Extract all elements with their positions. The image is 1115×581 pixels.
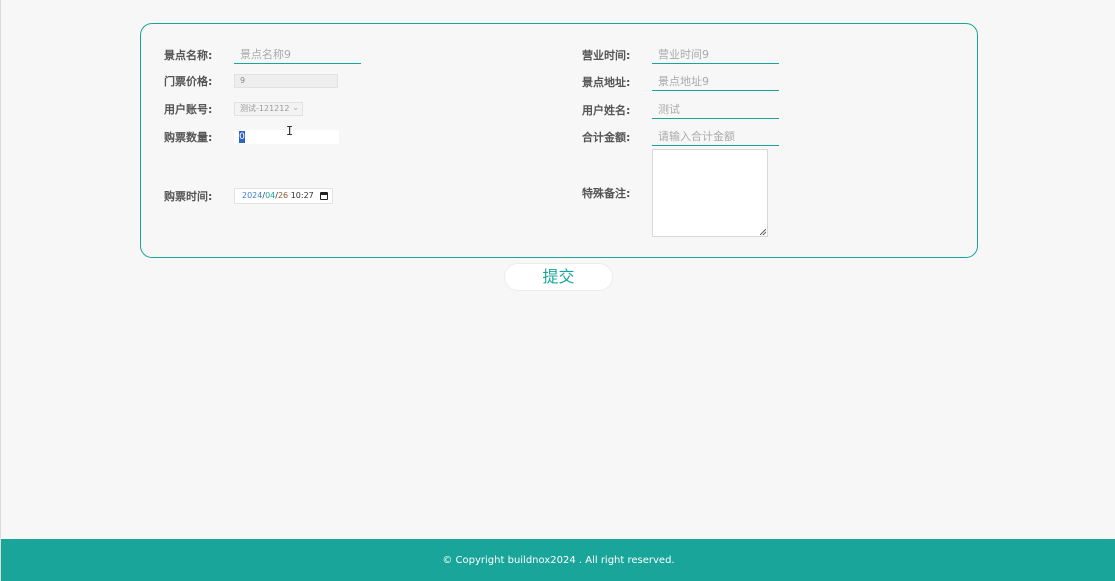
field-quantity: 购票数量: 0	[164, 129, 339, 145]
purchase-time-label: 购票时间:	[164, 190, 213, 203]
ticket-price-input: 9	[234, 74, 338, 88]
business-hours-label: 营业时间:	[582, 49, 631, 62]
total-amount-input[interactable]	[652, 128, 779, 146]
date-time: 10:27	[290, 191, 314, 200]
spot-name-label: 景点名称:	[164, 49, 213, 62]
date-year: 2024	[242, 191, 263, 200]
ticket-price-label: 门票价格:	[164, 75, 213, 88]
spot-address-input[interactable]	[652, 73, 779, 91]
quantity-label: 购票数量:	[164, 131, 213, 144]
date-month: 04	[265, 191, 276, 200]
field-user-name: 用户姓名:	[582, 101, 779, 119]
field-business-hours: 营业时间:	[582, 46, 779, 64]
user-account-select[interactable]: 测试-121212 ⌄	[234, 102, 303, 116]
text-cursor-icon: I	[286, 124, 294, 138]
field-purchase-time: 购票时间: 2024/04/26 10:27	[164, 188, 333, 204]
business-hours-input[interactable]	[652, 46, 779, 64]
quantity-value: 0	[239, 131, 245, 143]
date-day: 26	[277, 191, 289, 200]
chevron-down-icon: ⌄	[292, 103, 299, 112]
user-account-value: 测试-121212	[240, 104, 290, 113]
field-user-account: 用户账号: 测试-121212 ⌄	[164, 101, 303, 117]
resize-handle-icon[interactable]	[760, 229, 766, 235]
calendar-icon[interactable]	[320, 192, 328, 200]
purchase-time-input[interactable]: 2024/04/26 10:27	[234, 188, 333, 204]
field-ticket-price: 门票价格: 9	[164, 73, 338, 89]
field-remarks: 特殊备注:	[582, 149, 768, 237]
spot-address-label: 景点地址:	[582, 76, 631, 89]
user-account-label: 用户账号:	[164, 103, 213, 116]
footer: © Copyright buildnox2024 . All right res…	[1, 539, 1115, 581]
user-name-label: 用户姓名:	[582, 104, 631, 117]
field-spot-name: 景点名称:	[164, 46, 361, 64]
copyright-text: © Copyright buildnox2024 . All right res…	[442, 555, 675, 566]
ticket-order-form: 景点名称: 门票价格: 9 用户账号: 测试-121212 ⌄ 购票数量: 0 …	[140, 23, 978, 258]
total-amount-label: 合计金额:	[582, 131, 631, 144]
remarks-textarea[interactable]	[652, 149, 768, 237]
remarks-label: 特殊备注:	[582, 187, 631, 200]
field-spot-address: 景点地址:	[582, 73, 779, 91]
field-total-amount: 合计金额:	[582, 128, 779, 146]
user-name-input[interactable]	[652, 101, 779, 119]
spot-name-input[interactable]	[234, 46, 361, 64]
submit-button[interactable]: 提交	[504, 263, 613, 291]
